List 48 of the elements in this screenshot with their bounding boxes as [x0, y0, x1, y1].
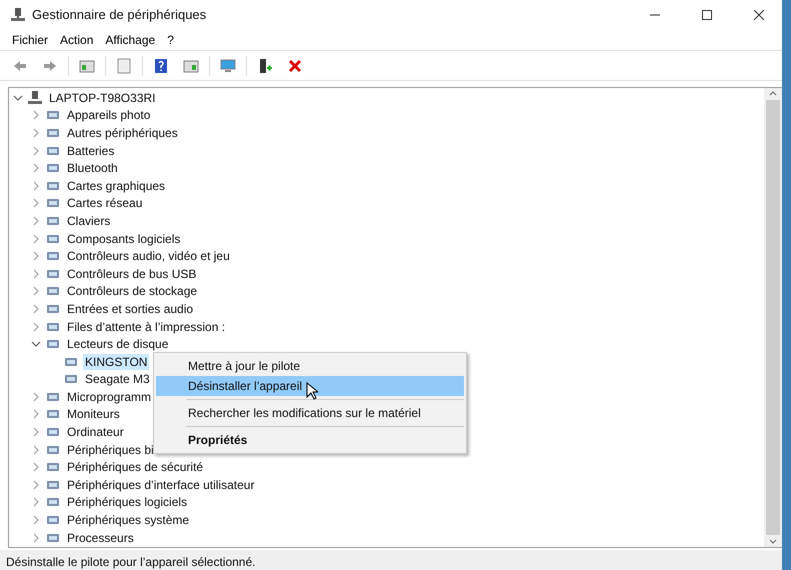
tree-item[interactable]: Périphériques bi [65, 442, 156, 458]
panel-icon [79, 58, 95, 74]
tree-item[interactable]: KINGSTON [83, 354, 150, 370]
tree-item[interactable]: Composants logiciels [65, 230, 182, 247]
help-icon [153, 58, 169, 74]
tree-item[interactable]: Appareils photo [65, 107, 152, 124]
monitor-icon [220, 58, 236, 74]
menu-item[interactable]: Affichage [101, 29, 160, 50]
tree-item[interactable]: Lecteurs de disque [65, 336, 170, 352]
tree-item[interactable]: Moniteurs [65, 406, 122, 422]
maximize-icon [702, 10, 712, 20]
tree-item[interactable]: Cartes réseau [65, 195, 144, 212]
menu-item[interactable]: Mettre à jour le pilote [156, 356, 464, 376]
menu-item[interactable]: Fichier [8, 29, 52, 50]
scrollbar-thumb[interactable] [766, 100, 780, 535]
tree-item[interactable]: Périphériques d’interface utilisateur [65, 476, 256, 493]
computer-icon [10, 6, 26, 22]
window-title: Gestionnaire de périphériques [32, 6, 208, 24]
menu-item[interactable]: ? [163, 29, 178, 50]
tree-item[interactable]: Cartes graphiques [65, 178, 168, 194]
tree-item[interactable]: Périphériques logiciels [65, 494, 190, 510]
tree-item[interactable]: Files d’attente à l’impression : [65, 318, 228, 335]
tree-item[interactable]: Bluetooth [65, 160, 120, 176]
tree-item[interactable]: Batteries [65, 142, 116, 159]
document-icon [116, 58, 132, 74]
device-add-icon [257, 58, 273, 74]
computer-icon [27, 90, 43, 106]
tree-item[interactable]: Autres périphériques [65, 124, 180, 141]
tree-item[interactable]: Ordinateur [65, 424, 126, 440]
tree-item[interactable]: Claviers [65, 212, 112, 229]
tree-item[interactable]: Contrôleurs de bus USB [65, 266, 198, 282]
status-text: Désinstalle le pilote pour l’appareil sélectionné. [0, 550, 782, 570]
delete-icon [287, 58, 303, 74]
close-icon [754, 10, 764, 20]
tree-item[interactable]: Périphériques de sécurité [65, 459, 206, 476]
menu-item[interactable]: Action [56, 29, 98, 50]
tree-item[interactable]: Contrôleurs audio, vidéo et jeu [65, 248, 232, 264]
panel-icon [183, 58, 199, 74]
tree-item[interactable]: Seagate M3 [83, 371, 152, 388]
tree-item[interactable]: Périphériques système [65, 512, 192, 528]
tree-item[interactable]: Processeurs [65, 530, 136, 546]
tree-item[interactable]: LAPTOP-T98O33RI [47, 90, 158, 106]
menu-item[interactable]: Rechercher les modifications sur le matériel [156, 403, 464, 423]
tree-item[interactable]: Entrées et sorties audio [65, 300, 196, 317]
tree-item[interactable]: Microprogramm [65, 388, 154, 405]
menu-item[interactable]: Propriétés [156, 430, 464, 450]
cursor-icon [306, 382, 318, 400]
tree-item[interactable]: Contrôleurs de stockage [65, 283, 200, 300]
